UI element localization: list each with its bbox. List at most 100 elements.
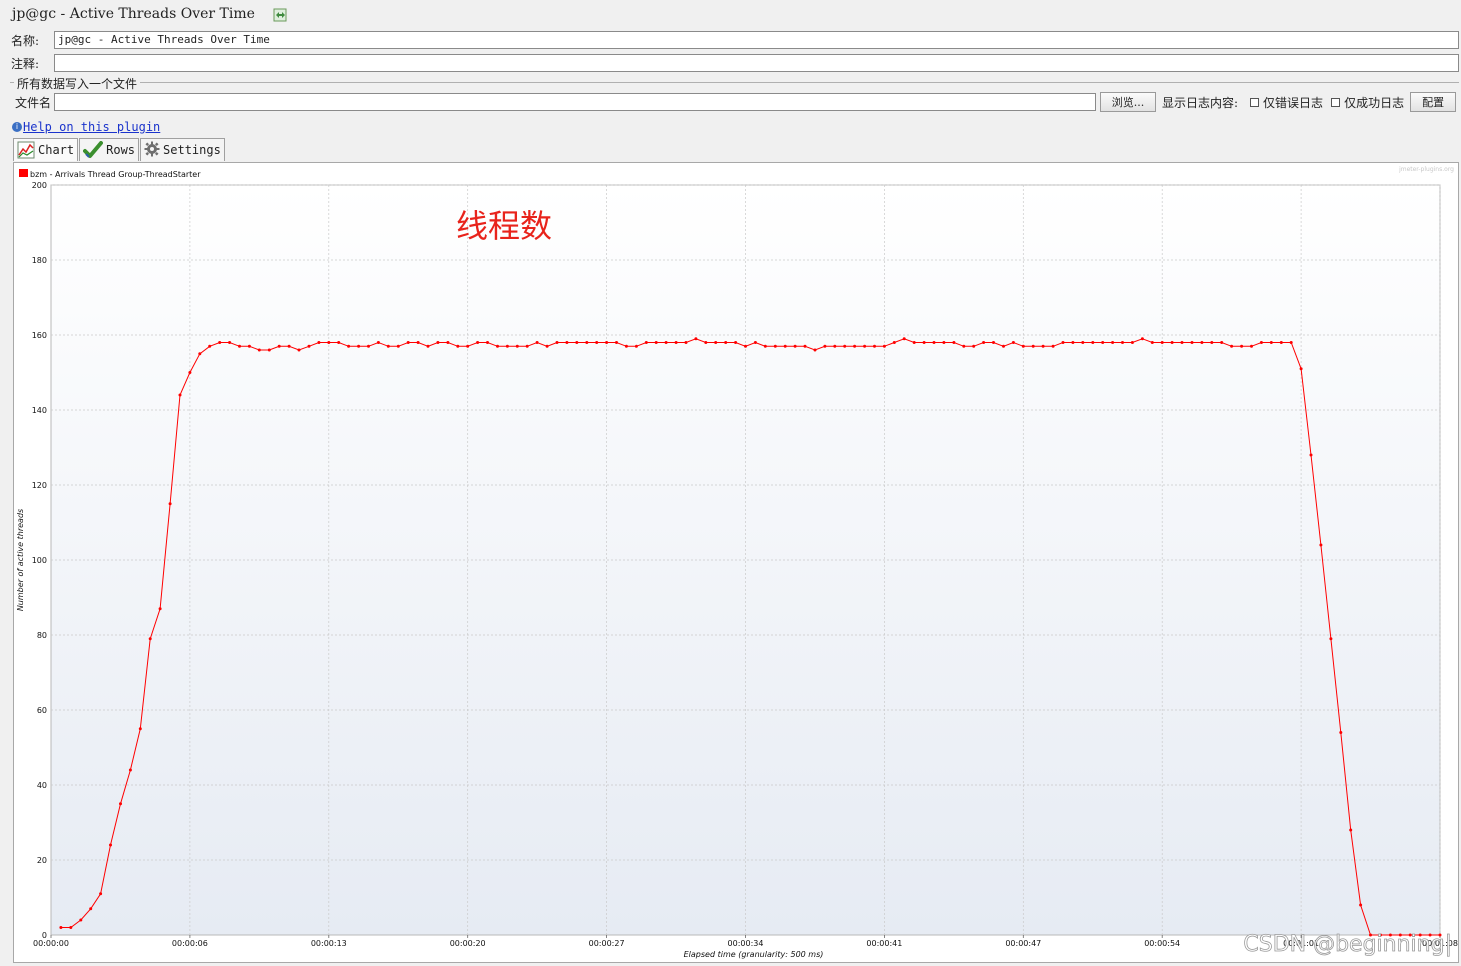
data-point	[386, 344, 390, 348]
data-point	[922, 341, 926, 344]
data-point	[555, 341, 559, 344]
data-point	[1021, 344, 1025, 348]
data-point	[1160, 341, 1164, 344]
data-point	[297, 348, 301, 352]
data-point	[664, 341, 668, 344]
tab-rows[interactable]: Rows	[79, 138, 140, 161]
data-point	[158, 607, 162, 611]
data-point	[218, 341, 222, 344]
data-point	[99, 892, 103, 896]
data-point	[644, 341, 648, 344]
data-point	[763, 344, 767, 348]
data-point	[109, 843, 112, 847]
data-point	[1279, 341, 1283, 344]
data-point	[1259, 341, 1263, 344]
filename-row: 文件名 浏览... 显示日志内容: 仅错误日志 仅成功日志 配置	[15, 92, 1457, 112]
name-field[interactable]: jp@gc - Active Threads Over Time	[54, 31, 1459, 49]
data-point	[1081, 341, 1085, 344]
data-point	[1289, 341, 1293, 344]
data-point	[267, 348, 271, 352]
data-point	[238, 344, 241, 348]
comment-field[interactable]	[54, 54, 1459, 72]
x-tick-label: 00:00:54	[1144, 939, 1180, 948]
x-tick-label: 00:00:47	[1005, 939, 1041, 948]
data-point	[694, 337, 698, 341]
data-point	[634, 344, 638, 348]
data-point	[307, 344, 311, 348]
data-point	[406, 341, 410, 344]
active-threads-chart: 020406080100120140160180200 00:00:00 00:0…	[16, 166, 1458, 959]
x-tick-label: 00:00:00	[33, 939, 69, 948]
x-tick-label: 00:00:20	[450, 939, 486, 948]
data-point	[376, 341, 380, 344]
gear-icon	[144, 141, 160, 159]
log-display-label: 显示日志内容:	[1162, 95, 1239, 110]
data-point	[992, 341, 995, 344]
data-point	[178, 393, 182, 397]
data-point	[684, 341, 688, 344]
data-point	[1071, 341, 1075, 344]
name-label: 名称:	[11, 33, 40, 48]
checkmark-icon	[83, 141, 104, 159]
errors-only-box[interactable]	[1250, 97, 1260, 107]
data-point	[853, 344, 857, 348]
data-point	[1170, 341, 1174, 344]
data-point	[843, 344, 847, 348]
configure-button[interactable]: 配置	[1410, 92, 1457, 112]
expand-icon[interactable]	[273, 7, 287, 22]
x-tick-label: 00:00:27	[589, 939, 625, 948]
browse-button[interactable]: 浏览...	[1100, 92, 1156, 112]
data-point	[1299, 367, 1303, 371]
data-point	[1359, 903, 1363, 907]
data-point	[535, 341, 539, 344]
data-point	[1002, 344, 1005, 348]
tab-settings[interactable]: Settings	[140, 138, 225, 161]
data-point	[783, 344, 787, 348]
data-point	[1150, 341, 1154, 344]
comment-label: 注释:	[11, 56, 40, 71]
data-point	[912, 341, 916, 344]
data-point	[1339, 731, 1343, 734]
data-point	[585, 341, 589, 344]
y-tick-label: 40	[37, 781, 47, 790]
comment-row: 注释:	[11, 54, 1459, 72]
y-tick-label: 60	[37, 706, 47, 715]
errors-only-checkbox[interactable]: 仅错误日志	[1250, 94, 1323, 111]
data-point	[734, 341, 738, 344]
tab-chart[interactable]: Chart	[13, 138, 79, 161]
data-point	[505, 344, 509, 348]
filename-field[interactable]	[54, 93, 1096, 111]
data-point	[565, 341, 569, 344]
data-point	[208, 344, 212, 348]
name-row: 名称: jp@gc - Active Threads Over Time	[11, 31, 1459, 49]
data-point	[1250, 344, 1253, 348]
data-point	[615, 341, 618, 344]
success-only-box[interactable]	[1331, 97, 1341, 107]
data-point	[1061, 341, 1065, 344]
data-point	[525, 344, 529, 348]
data-point	[982, 341, 986, 344]
data-point	[59, 926, 63, 929]
data-point	[972, 344, 976, 348]
data-point	[1041, 344, 1045, 348]
data-point	[1180, 341, 1184, 344]
data-point	[545, 344, 549, 348]
view-tabs: Chart Rows Settings	[13, 138, 226, 162]
y-tick-label: 20	[37, 856, 47, 865]
errors-only-label: 仅错误日志	[1263, 95, 1324, 110]
success-only-checkbox[interactable]: 仅成功日志	[1331, 94, 1404, 111]
data-point	[337, 341, 341, 344]
data-point	[446, 341, 450, 344]
legend-swatch	[19, 169, 28, 177]
data-point	[823, 344, 827, 348]
help-link[interactable]: Help on this plugin	[23, 120, 160, 134]
x-tick-label: 00:00:34	[728, 939, 764, 948]
data-point	[952, 341, 956, 344]
data-point	[803, 344, 807, 348]
data-point	[327, 341, 331, 344]
data-point	[595, 341, 599, 344]
data-point	[873, 344, 876, 348]
data-point	[773, 344, 777, 348]
data-point	[704, 341, 708, 344]
data-point	[1111, 341, 1115, 344]
